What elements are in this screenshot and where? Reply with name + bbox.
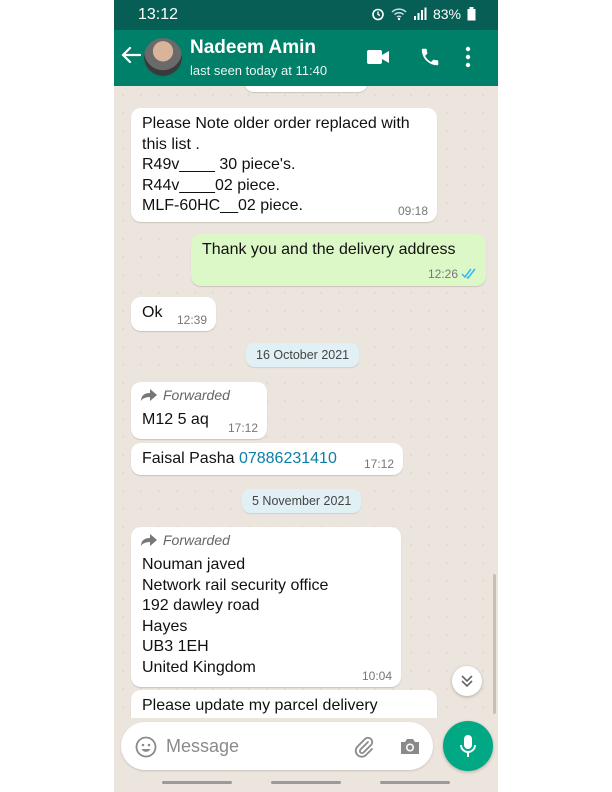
message-text-line: United Kingdom [142, 658, 256, 676]
status-bar: 13:12 83% [114, 0, 498, 30]
message-text-line: Nouman javed [142, 556, 246, 573]
contact-card-name: Faisal Pasha [142, 450, 235, 467]
message-timestamp: 12:26 [427, 267, 458, 281]
attach-paperclip-icon[interactable] [353, 736, 375, 758]
contact-name[interactable]: Nadeem Amin [190, 37, 316, 59]
date-separator: 5 November 2021 [242, 489, 362, 513]
battery-percent: 83% [432, 6, 461, 22]
message-bubble-incoming[interactable]: Forwarded M12 5 aq 17:12 [131, 382, 267, 439]
back-arrow-icon[interactable] [120, 44, 142, 66]
video-call-icon[interactable] [366, 48, 390, 66]
scrollbar[interactable] [493, 574, 496, 714]
message-bubble-partial [244, 86, 368, 92]
alarm-icon [372, 8, 384, 21]
phone-call-icon[interactable] [419, 46, 441, 68]
date-separator: 16 October 2021 [246, 343, 360, 367]
forward-arrow-icon [141, 389, 157, 401]
message-text-line: this list . [142, 135, 200, 153]
camera-icon[interactable] [399, 736, 421, 756]
message-timestamp: 17:12 [227, 421, 258, 435]
message-bubble-incoming[interactable]: Please Note older order replaced with th… [131, 108, 437, 222]
forwarded-label: Forwarded [141, 385, 230, 405]
message-list[interactable]: Please Note older order replaced with th… [114, 86, 498, 718]
battery-icon [467, 7, 476, 21]
forward-arrow-icon [141, 534, 157, 546]
scroll-to-bottom-button[interactable] [452, 666, 482, 696]
system-nav-bar [114, 776, 498, 792]
message-field[interactable]: Message [121, 722, 433, 770]
message-timestamp: 12:39 [176, 313, 207, 327]
chat-header: Nadeem Amin last seen today at 11:40 [114, 30, 498, 86]
message-text-line: Hayes [142, 617, 188, 635]
wifi-icon [391, 8, 407, 21]
message-bubble-incoming[interactable]: Forwarded Nouman javed Network rail secu… [131, 527, 401, 687]
message-text-line: R49v____ 30 piece's. [142, 156, 296, 173]
message-bubble-incoming[interactable]: Faisal Pasha 07886231410 17:12 [131, 443, 403, 475]
message-bubble-outgoing[interactable]: Thank you and the delivery address 12:26 [191, 234, 486, 286]
last-seen-status: last seen today at 11:40 [190, 63, 328, 78]
message-text-line: UB3 1EH [142, 638, 209, 655]
nav-recents[interactable] [162, 781, 232, 784]
message-text: Thank you and the delivery address [202, 241, 456, 258]
message-bubble-incoming[interactable]: Please update my parcel delivery [131, 690, 437, 718]
message-timestamp: 10:04 [361, 669, 392, 683]
message-text: Please update my parcel delivery [142, 697, 378, 714]
message-text-line: Please Note older order replaced with [142, 115, 410, 132]
phone-number-link[interactable]: 07886231410 [239, 450, 337, 467]
message-text-line: MLF-60HC__02 piece. [142, 197, 303, 214]
forwarded-label: Forwarded [141, 530, 230, 550]
phone-screen: 13:12 83% Nadeem Amin last seen today at… [114, 0, 498, 792]
message-text: M12 5 aq [142, 411, 209, 428]
message-timestamp: 09:18 [397, 204, 428, 218]
message-timestamp: 17:12 [363, 457, 394, 471]
message-text-line: Network rail security office [142, 576, 329, 594]
status-icons: 83% [371, 6, 476, 22]
compose-bar: Message [114, 718, 498, 776]
emoji-icon[interactable] [135, 736, 157, 758]
double-chevron-down-icon [461, 675, 473, 688]
message-placeholder[interactable]: Message [166, 736, 239, 757]
signal-icon [413, 7, 427, 20]
avatar[interactable] [144, 38, 182, 76]
nav-home[interactable] [271, 781, 341, 784]
double-check-read-icon [461, 268, 476, 279]
message-text: Ok [142, 304, 163, 321]
message-text: Faisal Pasha 07886231410 [142, 449, 337, 470]
voice-message-button[interactable] [443, 721, 493, 771]
message-text-line: 192 dawley road [142, 597, 260, 614]
status-time: 13:12 [138, 6, 179, 23]
microphone-icon [460, 735, 476, 757]
more-options-icon[interactable] [464, 46, 472, 68]
nav-back[interactable] [380, 781, 450, 784]
message-text-line: R44v____02 piece. [142, 176, 280, 194]
message-bubble-incoming[interactable]: Ok 12:39 [131, 297, 216, 331]
